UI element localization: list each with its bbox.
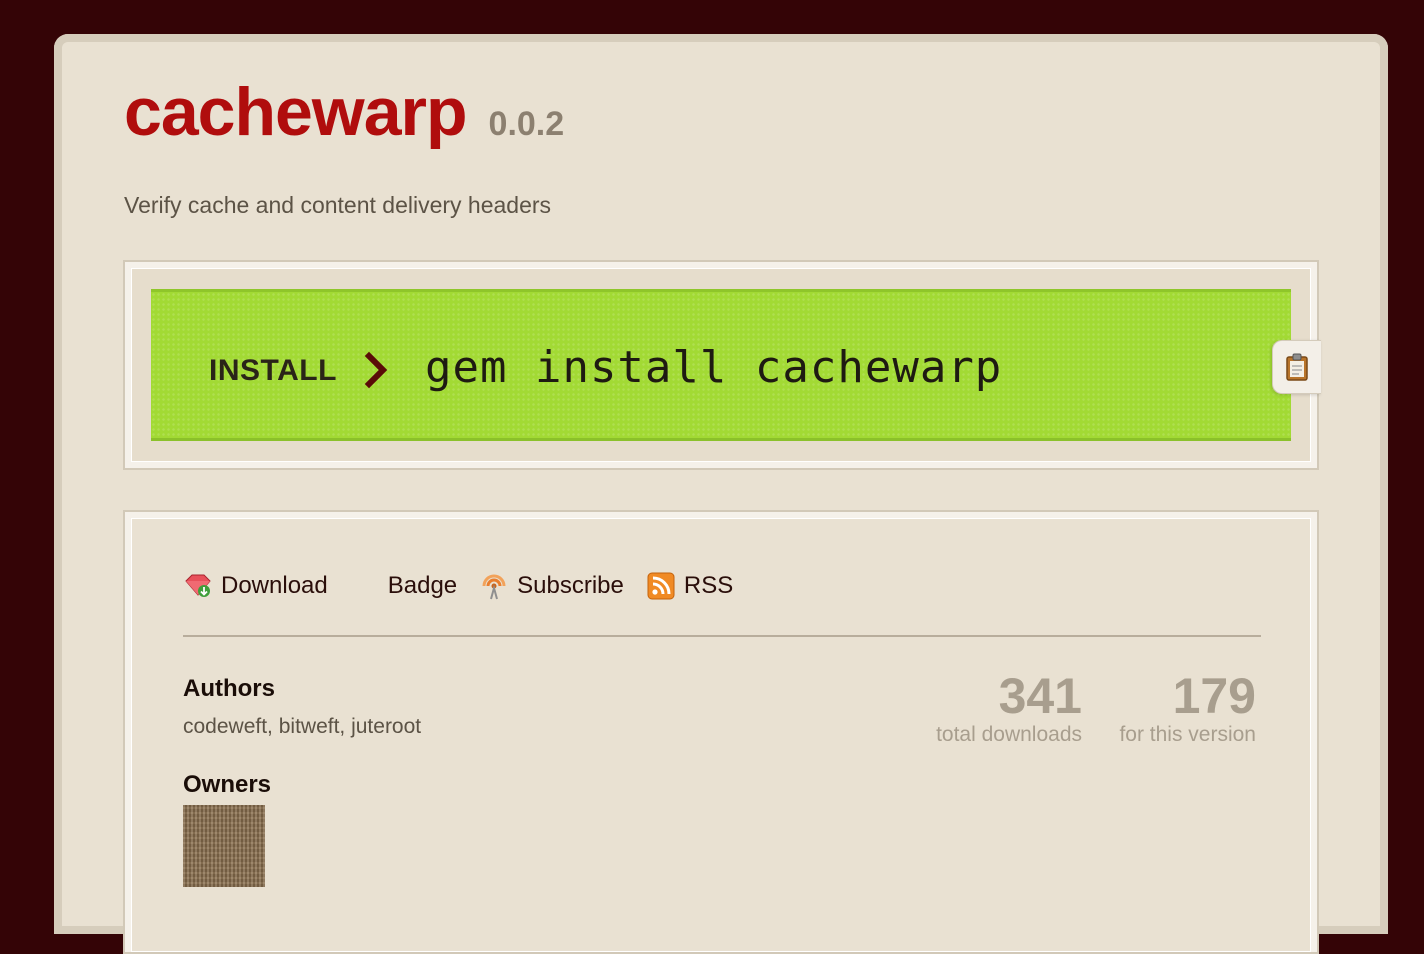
owner-avatar[interactable] xyxy=(183,805,265,887)
gem-download-icon xyxy=(183,571,213,601)
subscribe-label: Subscribe xyxy=(517,572,624,599)
gem-name: cachewarp xyxy=(124,74,468,150)
authors-list[interactable]: codeweft, bitweft, juteroot xyxy=(183,715,421,739)
divider xyxy=(183,635,1261,637)
gem-version: 0.0.2 xyxy=(488,105,565,143)
gem-page: cachewarp 0.0.2 Verify cache and content… xyxy=(54,34,1388,954)
title-row: cachewarp 0.0.2 xyxy=(124,78,564,146)
info-inner: Download Badge Subscribe RSS Authors cod… xyxy=(131,518,1311,952)
clipboard-icon xyxy=(1286,353,1308,381)
info-box: Download Badge Subscribe RSS Authors cod… xyxy=(123,510,1319,954)
install-label: INSTALL xyxy=(209,354,337,387)
install-box: INSTALL gem install cachewarp xyxy=(123,260,1319,470)
total-downloads-count: 341 xyxy=(998,668,1082,724)
version-downloads-count: 179 xyxy=(1172,668,1256,724)
gem-description: Verify cache and content delivery header… xyxy=(124,192,552,218)
rss-icon xyxy=(646,571,676,601)
owners-heading: Owners xyxy=(183,771,272,798)
copy-to-clipboard-button[interactable] xyxy=(1272,340,1321,394)
badge-label: Badge xyxy=(387,572,458,599)
version-downloads-stat: 179 for this version xyxy=(1119,671,1256,747)
total-downloads-label: total downloads xyxy=(936,723,1082,746)
install-command[interactable]: gem install cachewarp xyxy=(425,342,1002,393)
subscribe-icon xyxy=(479,571,509,601)
download-label: Download xyxy=(221,572,328,599)
subscribe-link[interactable]: Subscribe xyxy=(479,571,624,601)
install-inner: INSTALL gem install cachewarp xyxy=(131,268,1311,462)
install-bar: INSTALL gem install cachewarp xyxy=(151,289,1291,441)
download-link[interactable]: Download xyxy=(183,571,328,601)
gem-links: Download Badge Subscribe RSS xyxy=(183,569,733,603)
badge-link[interactable]: Badge xyxy=(388,572,457,600)
version-downloads-label: for this version xyxy=(1119,723,1256,746)
rss-link[interactable]: RSS xyxy=(646,571,733,601)
authors-heading: Authors xyxy=(183,675,275,702)
chevron-right-icon xyxy=(364,351,388,389)
rss-label: RSS xyxy=(683,572,734,599)
total-downloads-stat: 341 total downloads xyxy=(936,671,1082,747)
